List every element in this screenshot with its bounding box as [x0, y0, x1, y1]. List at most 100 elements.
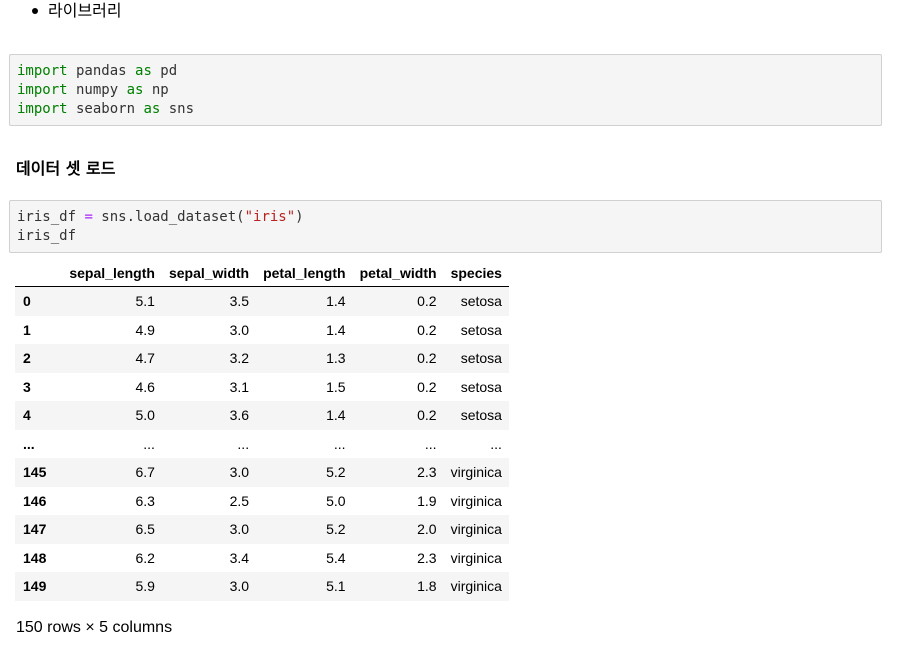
table-cell: 3.0	[229, 578, 250, 595]
close-paren: )	[295, 209, 304, 225]
table-cell: 3.0	[229, 321, 250, 338]
module-name: numpy	[67, 82, 127, 98]
table-cell: 3.5	[229, 293, 250, 310]
table-cell: 0.2	[417, 378, 437, 395]
table-cell: 2.3	[417, 549, 437, 566]
table-row: 3 4.6 3.1 1.5 0.2 setosa	[15, 372, 509, 401]
table-row: 145 6.7 3.0 5.2 2.3 virginica	[15, 458, 509, 487]
table-row: 2 4.7 3.2 1.3 0.2 setosa	[15, 344, 509, 373]
table-cell: 5.0	[135, 407, 155, 424]
table-cell: 4.9	[135, 321, 155, 338]
table-cell: ...	[490, 435, 502, 452]
table-cell: virginica	[450, 464, 502, 481]
code-line: import pandas as pd	[17, 63, 177, 79]
table-cell: 6.7	[135, 464, 155, 481]
table-cell: setosa	[460, 350, 502, 367]
table-cell: virginica	[450, 578, 502, 595]
table-cell: 1.4	[326, 321, 346, 338]
table-cell: 3.0	[229, 464, 250, 481]
table-cell: 5.2	[326, 521, 346, 538]
alias-name: np	[143, 82, 169, 98]
table-cell: 5.1	[326, 578, 346, 595]
table-cell: 0.2	[417, 407, 437, 424]
table-cell: 6.3	[135, 492, 155, 509]
table-cell: ...	[237, 435, 250, 452]
assign-operator: =	[84, 209, 93, 225]
table-cell: virginica	[450, 549, 502, 566]
code-cell-load-dataset[interactable]: iris_df = sns.load_dataset("iris") iris_…	[9, 200, 882, 253]
table-cell: ...	[424, 435, 437, 452]
table-cell: 3.1	[229, 378, 250, 395]
dataframe-table: sepal_length sepal_width petal_length pe…	[15, 260, 509, 601]
column-header-petal-width: petal_width	[352, 260, 444, 287]
table-cell: 1.8	[417, 578, 437, 595]
module-name: seaborn	[67, 101, 144, 117]
section-heading: 데이터 셋 로드	[16, 159, 116, 178]
row-index: 0	[23, 293, 31, 310]
markdown-bullet-list: 라이브러리	[30, 0, 122, 22]
table-cell: virginica	[450, 492, 502, 509]
bullet-dot-icon	[32, 8, 38, 14]
keyword: import	[17, 63, 68, 79]
table-row: 149 5.9 3.0 5.1 1.8 virginica	[15, 572, 509, 601]
list-item: 라이브러리	[30, 0, 122, 22]
column-header-species: species	[443, 260, 509, 287]
table-cell: 3.4	[229, 549, 250, 566]
keyword: import	[17, 101, 68, 117]
table-cell: 2.5	[229, 492, 250, 509]
function-call: sns.load_dataset(	[92, 209, 245, 225]
table-cell: 0.2	[417, 321, 437, 338]
table-cell: 6.5	[135, 521, 155, 538]
code-line: import numpy as np	[17, 82, 169, 98]
row-index: 145	[23, 464, 47, 481]
column-header-petal-length: petal_length	[256, 260, 353, 287]
table-cell: 4.7	[135, 350, 155, 367]
table-cell: 5.1	[135, 293, 155, 310]
keyword: import	[17, 82, 68, 98]
table-cell: setosa	[460, 407, 502, 424]
table-cell: 2.3	[417, 464, 437, 481]
table-cell: 5.9	[135, 578, 155, 595]
table-cell: 5.2	[326, 464, 346, 481]
table-cell: ...	[143, 435, 155, 452]
keyword: as	[126, 82, 144, 98]
table-row: 147 6.5 3.0 5.2 2.0 virginica	[15, 515, 509, 544]
table-header-row: sepal_length sepal_width petal_length pe…	[15, 260, 509, 287]
table-cell: 5.0	[326, 492, 346, 509]
alias-name: sns	[160, 101, 195, 117]
table-cell: setosa	[460, 321, 502, 338]
string-literal: "iris"	[244, 209, 296, 225]
column-header-sepal-width: sepal_width	[161, 260, 257, 287]
column-header-sepal-length: sepal_length	[62, 260, 162, 287]
table-row: 1 4.9 3.0 1.4 0.2 setosa	[15, 315, 509, 344]
table-cell: virginica	[450, 521, 502, 538]
table-cell: 3.2	[229, 350, 250, 367]
row-index: 4	[23, 407, 31, 424]
row-index: 1	[23, 321, 31, 338]
table-cell: 4.6	[135, 378, 155, 395]
dataframe-shape-text: 150 rows × 5 columns	[16, 619, 173, 636]
table-cell: 1.9	[417, 492, 437, 509]
table-cell: 1.4	[326, 407, 346, 424]
keyword: as	[143, 101, 161, 117]
table-cell: 0.2	[417, 293, 437, 310]
table-cell: 2.0	[417, 521, 437, 538]
keyword: as	[135, 63, 152, 79]
code-cell-imports[interactable]: import pandas as pd import numpy as np i…	[9, 54, 882, 126]
variable-name: iris_df	[17, 209, 85, 225]
row-index: ...	[23, 435, 35, 452]
list-item-label: 라이브러리	[48, 1, 122, 20]
table-row: 148 6.2 3.4 5.4 2.3 virginica	[15, 543, 509, 572]
table-row: 4 5.0 3.6 1.4 0.2 setosa	[15, 401, 509, 430]
table-cell: 0.2	[417, 350, 437, 367]
table-cell: 1.5	[326, 378, 346, 395]
table-cell: 5.4	[326, 549, 346, 566]
table-cell: setosa	[460, 293, 502, 310]
table-cell: 3.6	[229, 407, 250, 424]
table-row: 0 5.1 3.5 1.4 0.2 setosa	[15, 286, 509, 316]
code-line: iris_df	[17, 228, 77, 244]
alias-name: pd	[151, 63, 178, 79]
row-index: 149	[23, 578, 47, 595]
table-cell: 3.0	[229, 521, 250, 538]
code-line: import seaborn as sns	[17, 101, 194, 117]
